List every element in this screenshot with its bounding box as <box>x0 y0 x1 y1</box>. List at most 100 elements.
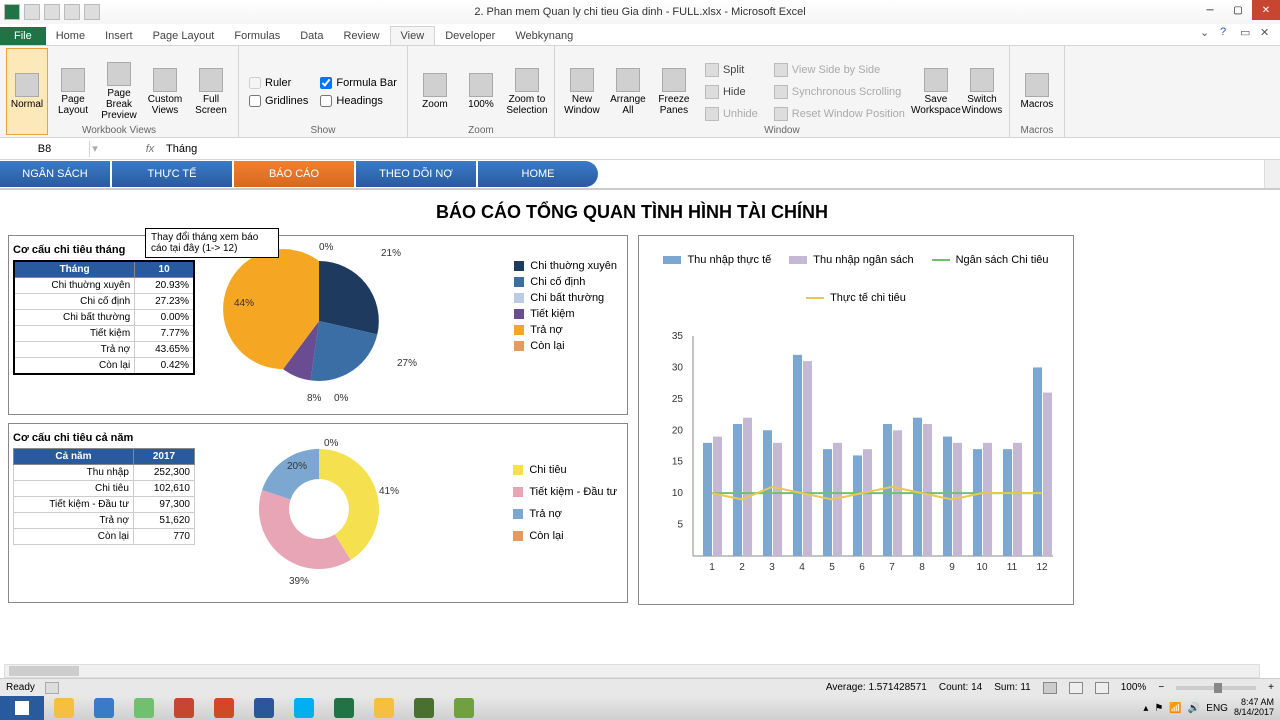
task-word[interactable] <box>244 696 284 720</box>
task-app1[interactable] <box>164 696 204 720</box>
switch-windows-button[interactable]: Switch Windows <box>961 48 1003 135</box>
excel-icon[interactable] <box>4 4 20 20</box>
minimize-button[interactable]: ─ <box>1196 0 1224 20</box>
macros-button[interactable]: Macros <box>1016 48 1058 135</box>
redo-icon[interactable] <box>64 4 80 20</box>
sync-scroll-button[interactable]: Synchronous Scrolling <box>772 84 907 100</box>
view-break-icon[interactable] <box>1095 682 1109 694</box>
tab-home[interactable]: Home <box>46 27 95 45</box>
task-powerpoint[interactable] <box>204 696 244 720</box>
split-button[interactable]: Split <box>703 62 760 78</box>
freeze-panes-button[interactable]: Freeze Panes <box>653 48 695 135</box>
tray-up-icon[interactable]: ▴ <box>1143 703 1148 714</box>
name-box[interactable]: B8 <box>0 141 90 157</box>
start-button[interactable] <box>0 696 44 720</box>
tab-developer[interactable]: Developer <box>435 27 505 45</box>
task-excel[interactable] <box>324 696 364 720</box>
bar-chart-panel: Thu nhập thực tế Thu nhập ngân sách Ngân… <box>638 235 1074 605</box>
page-layout-button[interactable]: Page Layout <box>52 48 94 135</box>
svg-text:20%: 20% <box>287 461 307 472</box>
view-layout-icon[interactable] <box>1069 682 1083 694</box>
zoom-level[interactable]: 100% <box>1121 682 1147 693</box>
task-camtasia[interactable] <box>404 696 444 720</box>
table-row: Chi bất thường0.00% <box>14 310 194 326</box>
tray-lang[interactable]: ENG <box>1206 703 1228 714</box>
bar-legend: Thu nhập thực tế Thu nhập ngân sách Ngân… <box>639 236 1073 322</box>
tray-flag-icon[interactable]: ⚑ <box>1154 703 1163 714</box>
tray-network-icon[interactable]: 📶 <box>1169 703 1181 714</box>
svg-text:8: 8 <box>919 562 925 573</box>
quick-access-toolbar <box>0 2 104 22</box>
nav-theo-doi[interactable]: THEO DÕI NỢ <box>356 161 476 187</box>
clock[interactable]: 8:47 AM 8/14/2017 <box>1234 698 1274 718</box>
svg-text:44%: 44% <box>234 298 254 309</box>
zoom-in-icon[interactable]: + <box>1268 682 1274 693</box>
save-icon[interactable] <box>24 4 40 20</box>
tab-webkynang[interactable]: Webkynang <box>505 27 583 45</box>
vertical-scrollbar[interactable] <box>1264 160 1280 188</box>
save-workspace-button[interactable]: Save Workspace <box>915 48 957 135</box>
nav-home[interactable]: HOME <box>478 161 598 187</box>
maximize-button[interactable]: ▢ <box>1224 0 1252 20</box>
help-icon[interactable]: ? <box>1220 26 1234 40</box>
qat-more-icon[interactable] <box>84 4 100 20</box>
zoom-button[interactable]: Zoom <box>414 48 456 135</box>
svg-text:41%: 41% <box>379 486 399 497</box>
zoom-100-button[interactable]: 100% <box>460 48 502 135</box>
full-screen-button[interactable]: Full Screen <box>190 48 232 135</box>
ribbon-options-icon[interactable]: ▭ <box>1240 26 1254 40</box>
undo-icon[interactable] <box>44 4 60 20</box>
tab-review[interactable]: Review <box>333 27 389 45</box>
tab-formulas[interactable]: Formulas <box>224 27 290 45</box>
nav-ngan-sach[interactable]: NGÂN SÁCH <box>0 161 110 187</box>
formula-bar-checkbox[interactable]: Formula Bar <box>320 77 397 89</box>
sheet-nav: NGÂN SÁCH THỰC TẾ BÁO CÁO THEO DÕI NỢ HO… <box>0 160 1280 190</box>
svg-text:30: 30 <box>672 362 684 373</box>
formula-input[interactable]: Tháng <box>160 141 1280 157</box>
page-break-button[interactable]: Page Break Preview <box>98 48 140 135</box>
tray-volume-icon[interactable]: 🔊 <box>1188 703 1200 714</box>
zoom-slider[interactable] <box>1176 686 1256 690</box>
ruler-checkbox[interactable]: Ruler <box>249 77 308 89</box>
headings-checkbox[interactable]: Headings <box>320 95 397 107</box>
nav-thuc-te[interactable]: THỰC TẾ <box>112 161 232 187</box>
svg-text:8%: 8% <box>307 393 322 404</box>
new-window-button[interactable]: New Window <box>561 48 603 135</box>
normal-view-button[interactable]: Normal <box>6 48 48 135</box>
macro-record-icon[interactable] <box>45 682 59 694</box>
table-row: Còn lại770 <box>14 529 195 545</box>
task-ie[interactable] <box>84 696 124 720</box>
tab-data[interactable]: Data <box>290 27 333 45</box>
fx-icon[interactable]: fx <box>140 143 160 155</box>
task-explorer[interactable] <box>44 696 84 720</box>
svg-text:39%: 39% <box>289 576 309 587</box>
file-tab[interactable]: File <box>0 27 46 45</box>
excel-close-icon[interactable]: ✕ <box>1260 26 1274 40</box>
svg-text:10: 10 <box>976 562 988 573</box>
tab-insert[interactable]: Insert <box>95 27 143 45</box>
task-camtasia2[interactable] <box>444 696 484 720</box>
unhide-button[interactable]: Unhide <box>703 106 760 122</box>
task-chrome-alt[interactable] <box>124 696 164 720</box>
zoom-out-icon[interactable]: − <box>1158 682 1164 693</box>
task-skype[interactable] <box>284 696 324 720</box>
gridlines-checkbox[interactable]: Gridlines <box>249 95 308 107</box>
reset-pos-button[interactable]: Reset Window Position <box>772 106 907 122</box>
ribbon-minimize-icon[interactable]: ⌄ <box>1200 26 1214 40</box>
table-row: Tiết kiệm7.77% <box>14 326 194 342</box>
view-normal-icon[interactable] <box>1043 682 1057 694</box>
task-chrome[interactable] <box>364 696 404 720</box>
custom-views-button[interactable]: Custom Views <box>144 48 186 135</box>
close-button[interactable]: ✕ <box>1252 0 1280 20</box>
zoom-selection-button[interactable]: Zoom to Selection <box>506 48 548 135</box>
horizontal-scrollbar[interactable] <box>4 664 1260 678</box>
status-sum: Sum: 11 <box>994 682 1031 693</box>
nav-bao-cao[interactable]: BÁO CÁO <box>234 161 354 187</box>
tab-view[interactable]: View <box>390 26 436 45</box>
svg-text:20: 20 <box>672 425 684 436</box>
arrange-all-button[interactable]: Arrange All <box>607 48 649 135</box>
view-side-button[interactable]: View Side by Side <box>772 62 907 78</box>
hide-button[interactable]: Hide <box>703 84 760 100</box>
tab-page-layout[interactable]: Page Layout <box>143 27 225 45</box>
group-window: New Window Arrange All Freeze Panes Spli… <box>555 46 1010 137</box>
